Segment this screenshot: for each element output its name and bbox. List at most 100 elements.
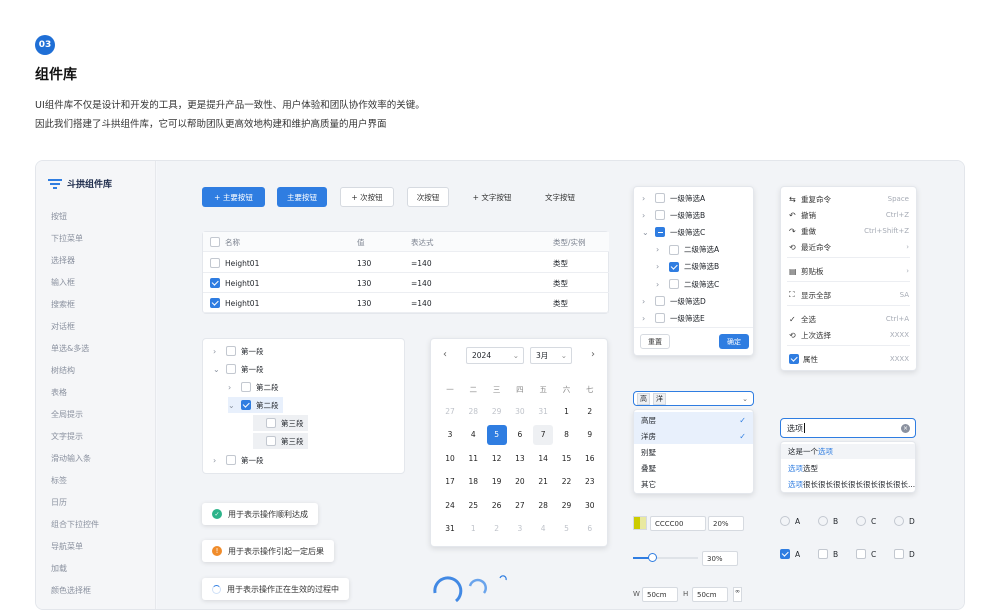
calendar-day[interactable]: 7 <box>533 424 554 445</box>
calendar-day[interactable]: 20 <box>510 472 530 492</box>
calendar-day[interactable]: 27 <box>440 401 460 421</box>
filter-checkbox[interactable] <box>669 261 679 272</box>
search-result-item[interactable]: 选项 很长很长很长很长很长很长很长... <box>788 477 915 492</box>
tree-node[interactable]: › 第二段 <box>228 379 283 395</box>
text-button[interactable]: 文字按钮 <box>540 187 580 207</box>
chevron-icon[interactable]: ⌄ <box>642 228 650 237</box>
chevron-icon[interactable]: › <box>642 194 650 203</box>
sidebar-item[interactable]: 标签 <box>51 475 67 486</box>
calendar-day[interactable]: 4 <box>463 425 483 445</box>
filter-item[interactable]: › 一级筛选A <box>642 190 705 206</box>
calendar-day[interactable]: 19 <box>487 472 507 492</box>
calendar-day[interactable]: 5 <box>557 519 577 539</box>
menu-item[interactable]: ↷ 重做 Ctrl+Shift+Z <box>789 223 909 239</box>
sidebar-item[interactable]: 颜色选择框 <box>51 585 91 596</box>
calendar-day[interactable]: 28 <box>463 401 483 421</box>
tree-checkbox[interactable] <box>266 436 276 446</box>
calendar-day[interactable]: 2 <box>487 519 507 539</box>
prev-month-icon[interactable]: ‹ <box>443 349 447 360</box>
menu-item[interactable]: ⇆ 重复命令 Space <box>789 191 909 207</box>
primary-add-button[interactable]: + 主要按钮 <box>202 187 265 207</box>
reset-button[interactable]: 重置 <box>640 334 670 349</box>
filter-item[interactable]: › 二级筛选C <box>656 276 719 292</box>
chevron-icon[interactable]: › <box>656 245 664 254</box>
filter-checkbox[interactable] <box>655 193 665 203</box>
month-select[interactable]: 3月 ⌄ <box>530 347 572 364</box>
tree-checkbox[interactable] <box>241 400 251 410</box>
menu-item[interactable]: ⟲ 最近命令 › <box>789 239 909 255</box>
calendar-day[interactable]: 28 <box>533 495 553 515</box>
properties-checkbox[interactable] <box>789 354 799 364</box>
sidebar-item[interactable]: 树结构 <box>51 365 75 376</box>
search-result-item[interactable]: 选项 选型 <box>788 461 818 476</box>
row-checkbox[interactable] <box>210 258 220 268</box>
tree-node[interactable]: ⌄ 第二段 <box>228 397 283 413</box>
calendar-day[interactable]: 31 <box>440 519 460 539</box>
calendar-day[interactable]: 1 <box>463 519 483 539</box>
sidebar-item[interactable]: 文字提示 <box>51 431 83 442</box>
checkbox[interactable] <box>894 549 904 559</box>
checkbox[interactable] <box>780 549 790 559</box>
sidebar-item[interactable]: 搜索框 <box>51 299 75 310</box>
calendar-day[interactable]: 12 <box>487 448 507 468</box>
chevron-icon[interactable]: ⌄ <box>228 401 236 410</box>
calendar-day[interactable]: 29 <box>557 495 577 515</box>
sidebar-item[interactable]: 按钮 <box>51 211 67 222</box>
tag-chip[interactable]: 高 <box>637 392 650 405</box>
multiselect-option[interactable]: 高层 ✓ <box>634 412 753 428</box>
filter-checkbox[interactable] <box>655 227 665 238</box>
radio-option[interactable]: B <box>818 516 838 526</box>
calendar-day[interactable]: 6 <box>580 519 600 539</box>
filter-item[interactable]: › 一级筛选D <box>642 293 706 309</box>
radio-circle[interactable] <box>780 516 790 526</box>
calendar-day[interactable]: 24 <box>440 495 460 515</box>
filter-item[interactable]: › 一级筛选E <box>642 310 705 326</box>
radio-circle[interactable] <box>894 516 904 526</box>
calendar-day[interactable]: 13 <box>510 448 530 468</box>
sidebar-item[interactable]: 表格 <box>51 387 67 398</box>
tree-node[interactable]: 第三段 <box>253 433 308 449</box>
sidebar-item[interactable]: 单选&多选 <box>51 343 89 354</box>
row-checkbox[interactable] <box>210 298 220 308</box>
tree-checkbox[interactable] <box>241 382 251 392</box>
color-alpha-input[interactable]: 20% <box>708 516 744 531</box>
calendar-day[interactable]: 30 <box>510 401 530 421</box>
slider-value-input[interactable]: 30% <box>702 551 738 566</box>
chevron-icon[interactable]: › <box>213 456 221 465</box>
chevron-icon[interactable]: › <box>656 262 664 271</box>
checkbox-option[interactable]: C <box>856 549 876 559</box>
chevron-icon[interactable]: ⌄ <box>213 365 221 374</box>
chevron-icon[interactable]: › <box>642 314 650 323</box>
multiselect-option[interactable]: 叠墅 <box>634 460 753 476</box>
checkbox-option[interactable]: D <box>894 549 915 559</box>
tree-node[interactable]: › 第一段 <box>213 343 268 359</box>
menu-item[interactable]: ▤ 剪贴板 › <box>789 263 909 279</box>
filter-checkbox[interactable] <box>655 210 665 221</box>
radio-circle[interactable] <box>818 516 828 526</box>
table-row[interactable]: Height01 130 =140 类型 <box>203 293 609 313</box>
calendar-day[interactable]: 21 <box>533 472 553 492</box>
clear-icon[interactable]: × <box>901 423 910 433</box>
calendar-day[interactable]: 18 <box>463 472 483 492</box>
sidebar-item[interactable]: 对话框 <box>51 321 75 332</box>
menu-item[interactable]: ⟲ 上次选择 XXXX <box>789 327 909 343</box>
calendar-day[interactable]: 22 <box>557 472 577 492</box>
calendar-day[interactable]: 5 <box>486 424 507 445</box>
secondary-button[interactable]: 次按钮 <box>407 187 449 207</box>
table-row[interactable]: Height01 130 =140 类型 <box>203 273 609 293</box>
filter-checkbox[interactable] <box>655 313 665 324</box>
calendar-day[interactable]: 1 <box>557 401 577 421</box>
slider-handle[interactable] <box>648 553 657 562</box>
sidebar-item[interactable]: 输入框 <box>51 277 75 288</box>
calendar-day[interactable]: 10 <box>440 448 460 468</box>
calendar-day[interactable]: 30 <box>580 495 600 515</box>
primary-button[interactable]: 主要按钮 <box>277 187 327 207</box>
calendar-day[interactable]: 6 <box>510 425 530 445</box>
menu-item[interactable]: ↶ 撤销 Ctrl+Z <box>789 207 909 223</box>
calendar-day[interactable]: 4 <box>533 519 553 539</box>
table-row[interactable]: Height01 130 =140 类型 <box>203 253 609 273</box>
menu-item[interactable]: ⛶ 显示全部 SA <box>789 287 909 303</box>
calendar-day[interactable]: 23 <box>580 472 600 492</box>
radio-option[interactable]: A <box>780 516 800 526</box>
confirm-button[interactable]: 确定 <box>719 334 749 349</box>
